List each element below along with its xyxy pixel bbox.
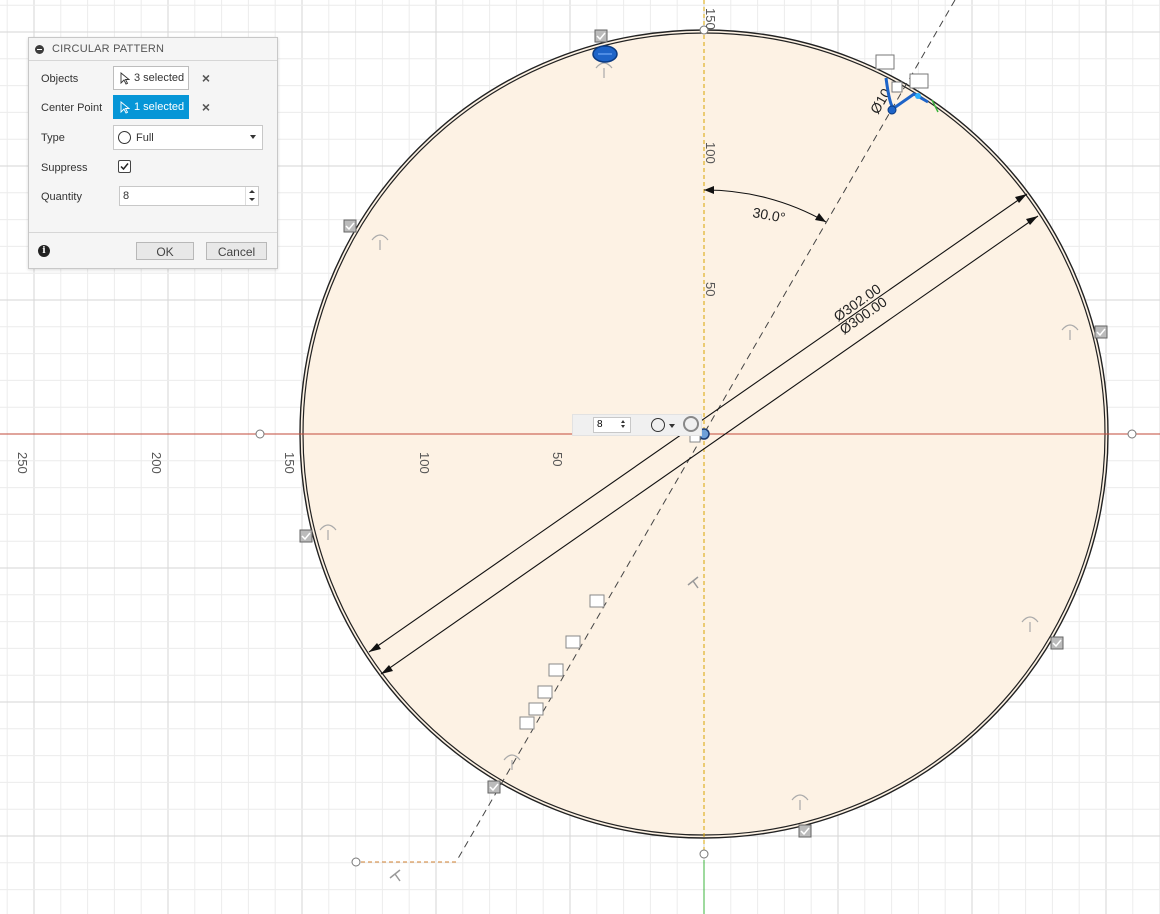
ok-button[interactable]: OK: [136, 242, 194, 260]
dialog-footer: i OK Cancel: [29, 232, 277, 269]
canvas-quantity-input[interactable]: 8: [593, 417, 631, 433]
coincident-icon: [548, 663, 564, 677]
center-point-label: Center Point: [41, 102, 103, 114]
constraint-icon: [1094, 325, 1108, 339]
canvas-quantity-spinner[interactable]: [621, 420, 625, 428]
spin-down-icon[interactable]: [249, 198, 255, 201]
type-row: Type Full: [29, 125, 277, 151]
center-point-select-button[interactable]: 1 selected: [113, 95, 189, 119]
center-point-row: Center Point 1 selected ×: [29, 95, 277, 121]
type-label: Type: [41, 132, 65, 144]
suppress-row: Suppress: [29, 155, 277, 181]
constraint-icon: [1050, 636, 1064, 650]
ruler-label: 50: [703, 282, 718, 296]
axis-endpoint[interactable]: [1127, 429, 1137, 439]
info-icon[interactable]: i: [38, 245, 50, 257]
clear-objects-icon[interactable]: ×: [199, 71, 213, 85]
axis-endpoint[interactable]: [255, 429, 265, 439]
spin-up-icon[interactable]: [249, 190, 255, 193]
canvas-quantity-panel: 8: [572, 414, 702, 436]
suppress-label: Suppress: [41, 162, 88, 174]
ruler-label: 100: [417, 452, 432, 474]
coincident-icon: [565, 635, 581, 649]
quantity-row: Quantity 8: [29, 186, 277, 212]
rotate-full-icon[interactable]: [651, 418, 665, 432]
constraint-icon: [343, 219, 357, 233]
cursor-icon: [120, 71, 130, 85]
constraint-icon: [487, 780, 501, 794]
coincident-icon: [519, 716, 535, 730]
quantity-value: 8: [123, 190, 130, 202]
dialog-title: CIRCULAR PATTERN: [52, 43, 165, 55]
collapse-icon[interactable]: [35, 44, 44, 54]
axis-endpoint[interactable]: [699, 849, 709, 859]
ruler-label: 150: [282, 452, 297, 474]
ruler-label: 200: [149, 452, 164, 474]
quantity-spin-buttons[interactable]: [245, 187, 258, 205]
suppress-checkbox[interactable]: [118, 160, 131, 173]
quantity-stepper[interactable]: 8: [119, 186, 259, 206]
perpendicular-icon: [389, 869, 401, 882]
clear-center-point-icon[interactable]: ×: [199, 100, 213, 114]
ruler-label: 150: [703, 8, 718, 30]
objects-select-button[interactable]: 3 selected: [113, 66, 189, 90]
line-endpoint[interactable]: [351, 857, 361, 867]
circular-pattern-dialog: CIRCULAR PATTERN Objects 3 selected × Ce…: [28, 37, 278, 269]
chevron-down-icon[interactable]: [669, 424, 675, 428]
objects-row: Objects 3 selected ×: [29, 66, 277, 92]
constraint-icon: [594, 29, 608, 43]
coincident-icon: [537, 685, 553, 699]
constraint-icon: [299, 529, 313, 543]
type-dropdown-value: Full: [136, 131, 154, 144]
ruler-label: 50: [550, 452, 565, 466]
rotate-full-icon: [118, 131, 131, 144]
coincident-icon: [589, 594, 605, 608]
coincident-icon: [528, 702, 544, 716]
center-point-select-value: 1 selected: [134, 101, 185, 113]
objects-label: Objects: [41, 73, 79, 85]
center-target-icon[interactable]: [683, 416, 699, 432]
cancel-button[interactable]: Cancel: [206, 242, 267, 260]
constraint-icon: [798, 824, 812, 838]
objects-select-value: 3 selected: [134, 72, 185, 84]
type-dropdown[interactable]: Full: [113, 125, 263, 150]
quantity-label: Quantity: [41, 191, 82, 203]
cursor-icon: [120, 100, 130, 114]
ruler-label: 250: [15, 452, 30, 474]
dialog-header[interactable]: CIRCULAR PATTERN: [29, 38, 277, 61]
checkmark-icon: [120, 163, 129, 171]
ruler-label: 100: [703, 142, 718, 164]
chevron-down-icon: [250, 135, 256, 139]
